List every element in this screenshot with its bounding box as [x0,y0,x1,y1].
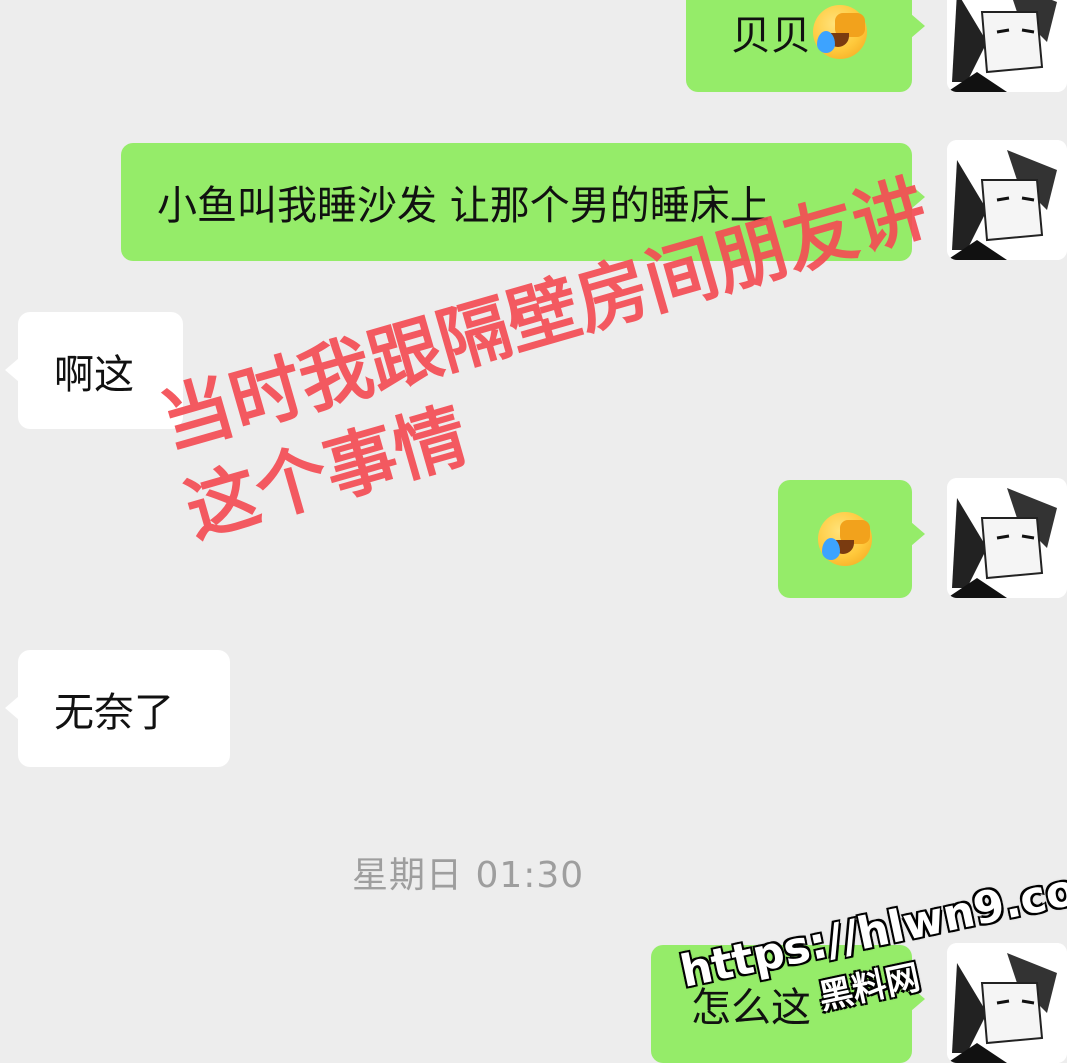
timestamp: 星期日 01:30 [352,855,585,896]
face-with-tears-of-joy-icon [813,5,867,59]
message-bubble[interactable]: 无奈了 [5,650,230,767]
message-text: 啊这 [54,351,134,398]
message-bubble[interactable] [778,480,925,598]
message-bubble[interactable]: 贝贝 [686,0,925,92]
message-text: 贝贝 [731,13,811,59]
message-text: 无奈了 [54,689,174,736]
face-with-tears-of-joy-icon [818,512,872,566]
anime-girl-avatar-icon [947,478,1067,598]
avatar[interactable] [947,0,1067,92]
avatar[interactable] [947,478,1067,598]
message-text: 小鱼叫我睡沙发 让那个男的睡床上 [157,183,770,229]
anime-girl-avatar-icon [947,0,1067,92]
